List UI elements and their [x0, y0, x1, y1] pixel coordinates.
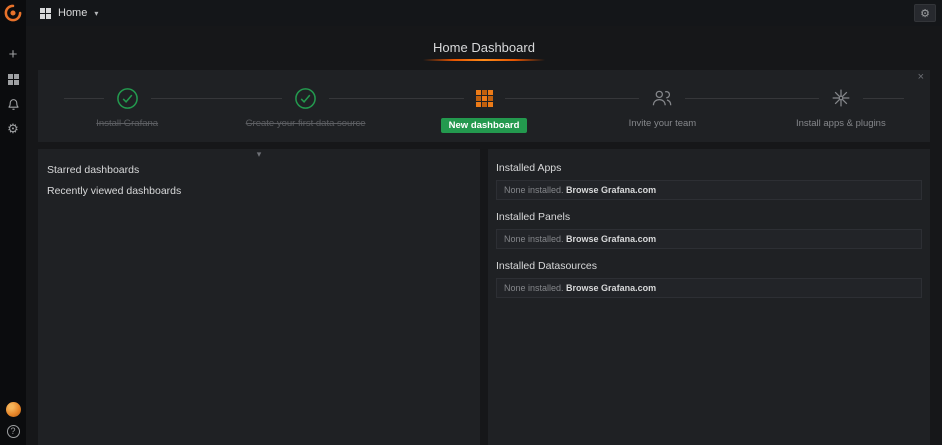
step-label: Install Grafana [96, 118, 158, 129]
getting-started-panel: × Install Grafana [38, 70, 930, 142]
dashboard-picker-grid-icon [40, 8, 51, 19]
dashboard-settings-button[interactable]: ⚙ [914, 4, 936, 22]
step-label-badge: New dashboard [441, 118, 528, 133]
installed-apps-row[interactable]: None installed. Browse Grafana.com [496, 180, 922, 200]
dashboards-panel: ▾ Starred dashboards Recently viewed das… [38, 149, 480, 445]
step-label: Install apps & plugins [796, 118, 886, 129]
chevron-down-icon: ▾ [94, 9, 98, 18]
sidebar-bottom: ? [6, 402, 21, 438]
plugins-icon [819, 79, 863, 117]
plugins-list: Installed Apps None installed. Browse Gr… [488, 149, 930, 318]
dashboards-grid-glyph [8, 74, 19, 85]
step-install-plugins[interactable]: Install apps & plugins [752, 79, 930, 142]
step-install-grafana[interactable]: Install Grafana [38, 79, 216, 142]
dashboard-grid-icon [464, 79, 505, 117]
getting-started-steps: Install Grafana Create your first data s… [38, 70, 930, 142]
grafana-app: + ⚙ ? Home ▾ ⚙ [0, 0, 942, 445]
starred-dashboards-label: Starred dashboards [47, 164, 471, 176]
plugins-panel: Installed Apps None installed. Browse Gr… [488, 149, 930, 445]
installed-panels-title: Installed Panels [496, 211, 922, 223]
dashboard-picker[interactable]: Home ▾ [40, 7, 98, 19]
user-avatar[interactable] [6, 402, 21, 417]
check-circle-icon [104, 79, 151, 117]
dashboards-icon[interactable] [4, 71, 22, 87]
team-icon [639, 79, 685, 117]
recent-dashboards-label: Recently viewed dashboards [47, 185, 471, 197]
empty-text: None installed. [504, 234, 566, 244]
configuration-gear-icon[interactable]: ⚙ [4, 121, 22, 137]
create-plus-icon[interactable]: + [4, 46, 22, 62]
step-label: Create your first data source [246, 118, 366, 129]
step-create-datasource[interactable]: Create your first data source [216, 79, 394, 142]
step-new-dashboard[interactable]: New dashboard [395, 79, 573, 142]
empty-text: None installed. [504, 283, 566, 293]
installed-panels-row[interactable]: None installed. Browse Grafana.com [496, 229, 922, 249]
installed-datasources-title: Installed Datasources [496, 260, 922, 272]
gear-icon: ⚙ [920, 7, 930, 20]
dashboard-title-wrap: Home Dashboard [38, 26, 930, 70]
installed-apps-title: Installed Apps [496, 162, 922, 174]
panel-menu-caret-icon[interactable]: ▾ [257, 149, 262, 160]
browse-grafana-link[interactable]: Browse Grafana.com [566, 283, 656, 293]
step-label: Invite your team [629, 118, 697, 129]
alerting-bell-icon[interactable] [4, 96, 22, 112]
bottom-panels-row: ▾ Starred dashboards Recently viewed das… [38, 149, 930, 445]
empty-text: None installed. [504, 185, 566, 195]
page-title: Home Dashboard [423, 40, 545, 61]
help-icon[interactable]: ? [7, 425, 20, 438]
installed-datasources-row[interactable]: None installed. Browse Grafana.com [496, 278, 922, 298]
close-icon[interactable]: × [918, 71, 924, 83]
main-area: Home ▾ ⚙ Home Dashboard × [26, 0, 942, 445]
dashboard-content: Home Dashboard × Install Grafana [26, 26, 942, 445]
sidebar-nav: + ⚙ [4, 46, 22, 137]
check-circle-icon [282, 79, 329, 117]
top-navbar: Home ▾ ⚙ [26, 0, 942, 26]
browse-grafana-link[interactable]: Browse Grafana.com [566, 185, 656, 195]
step-invite-team[interactable]: Invite your team [573, 79, 751, 142]
browse-grafana-link[interactable]: Browse Grafana.com [566, 234, 656, 244]
grafana-logo-icon[interactable] [0, 0, 26, 26]
dashboard-picker-label: Home [58, 7, 87, 19]
sidebar: + ⚙ ? [0, 0, 26, 445]
